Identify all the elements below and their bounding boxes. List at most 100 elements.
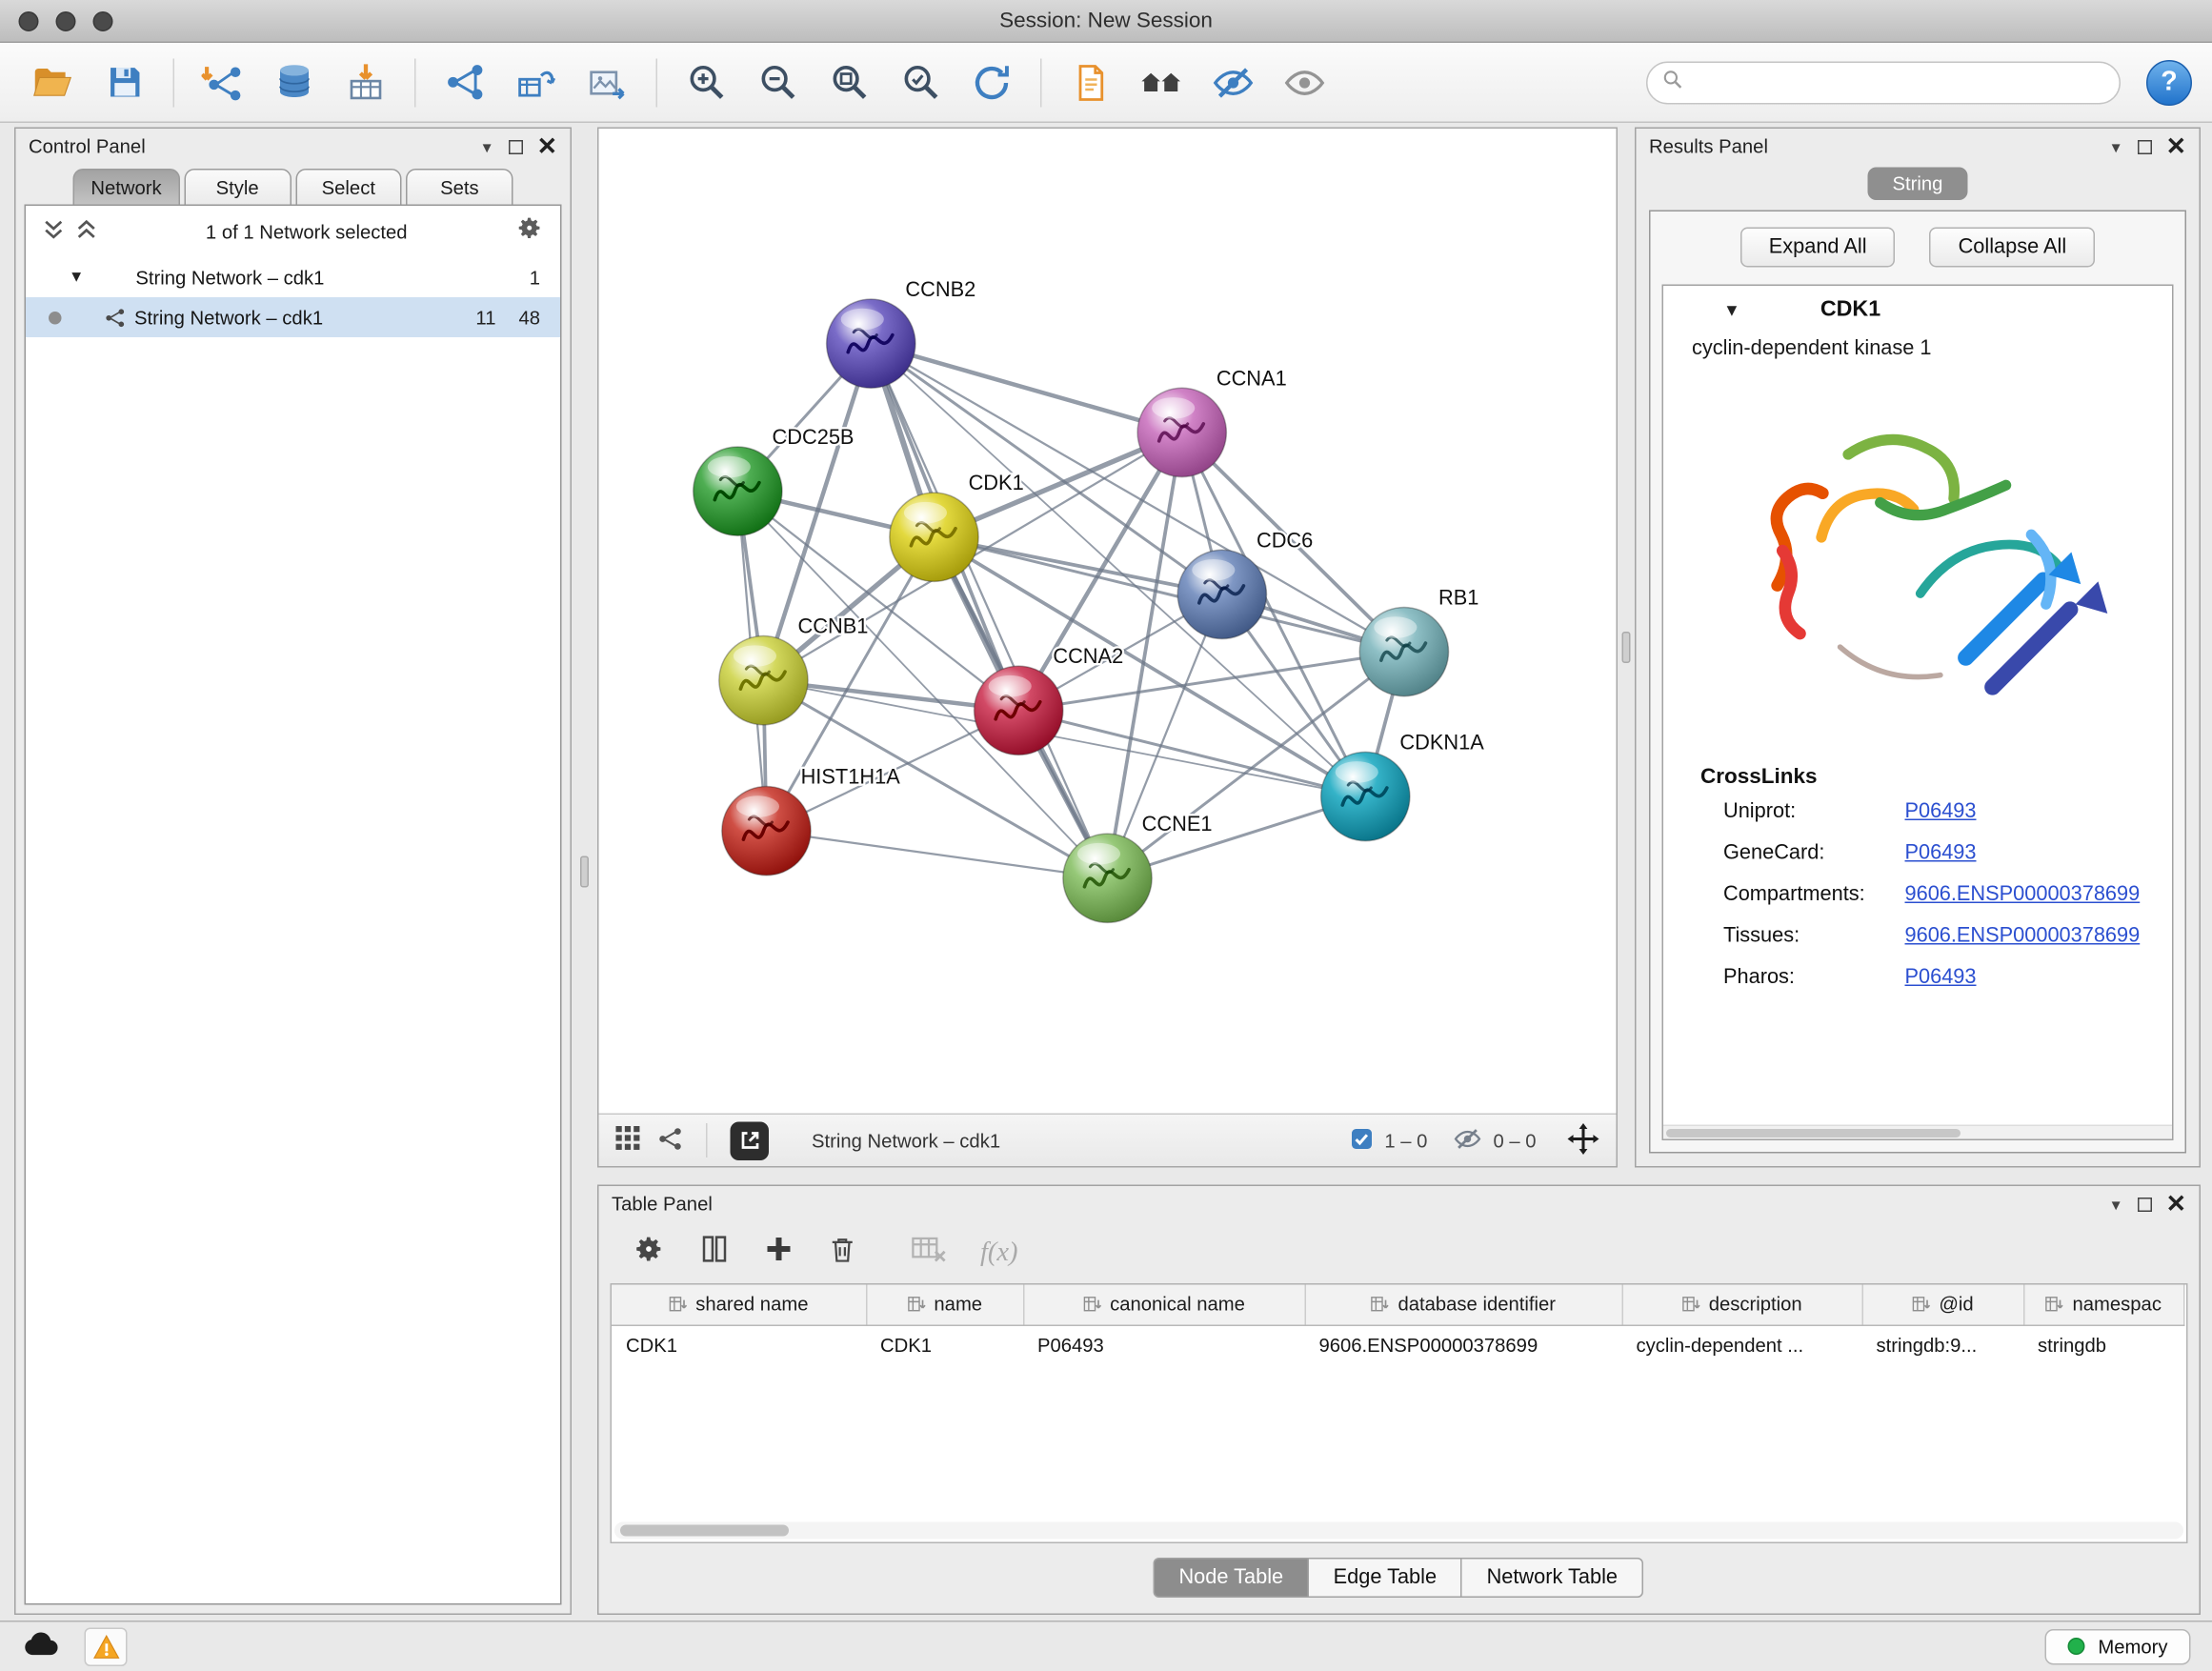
- tab-string[interactable]: String: [1868, 168, 1967, 201]
- network-node-CCNB1[interactable]: CCNB1: [719, 614, 869, 725]
- table-horizontal-scrollbar[interactable]: [614, 1522, 2183, 1540]
- fit-content-crosshair-icon[interactable]: [1568, 1122, 1599, 1158]
- column-header[interactable]: database identifier: [1305, 1285, 1622, 1325]
- node-label: CCNE1: [1142, 812, 1213, 836]
- network-birdseye-icon[interactable]: [657, 1125, 683, 1156]
- tissues-link[interactable]: 9606.ENSP00000378699: [1905, 925, 2173, 948]
- table-row[interactable]: CDK1 CDK1 P06493 9606.ENSP00000378699 cy…: [612, 1325, 2183, 1365]
- node-label: CDC6: [1257, 528, 1313, 552]
- network-collection-row[interactable]: ▼ String Network – cdk1 1: [26, 257, 560, 297]
- delete-column-trash-icon[interactable]: [828, 1234, 858, 1271]
- export-image-button[interactable]: [574, 50, 640, 113]
- save-session-button[interactable]: [91, 50, 157, 113]
- memory-status-dot: [2068, 1638, 2085, 1655]
- expand-all-button[interactable]: Expand All: [1740, 228, 1896, 268]
- float-panel-icon[interactable]: [509, 139, 523, 153]
- column-header[interactable]: shared name: [612, 1285, 866, 1325]
- network-node-CDKN1A[interactable]: CDKN1A: [1321, 730, 1485, 840]
- help-button[interactable]: ?: [2146, 59, 2192, 105]
- network-row-selected[interactable]: String Network – cdk1 11 48: [26, 297, 560, 337]
- open-in-new-window-button[interactable]: [731, 1121, 770, 1160]
- network-options-gear-icon[interactable]: [516, 214, 544, 249]
- vertical-splitter[interactable]: [572, 128, 597, 1616]
- expand-all-tree-icon[interactable]: [43, 216, 65, 247]
- collapse-section-icon[interactable]: ▼: [1723, 300, 1740, 320]
- results-horizontal-scrollbar[interactable]: [1663, 1125, 2172, 1139]
- hide-unselected-button[interactable]: [1200, 50, 1266, 113]
- add-column-icon[interactable]: [765, 1235, 794, 1271]
- close-panel-icon[interactable]: ✕: [2166, 1192, 2186, 1217]
- tab-network[interactable]: Network: [73, 169, 180, 205]
- zoom-window-button[interactable]: [93, 11, 113, 31]
- collapse-all-button[interactable]: Collapse All: [1930, 228, 2096, 268]
- minimize-window-button[interactable]: [56, 11, 76, 31]
- pharos-link[interactable]: P06493: [1905, 966, 2173, 989]
- column-header[interactable]: namespac: [2023, 1285, 2183, 1325]
- zoom-out-button[interactable]: [745, 50, 811, 113]
- warnings-button[interactable]: [85, 1627, 128, 1666]
- zoom-fit-button[interactable]: [816, 50, 882, 113]
- show-columns-icon[interactable]: [699, 1234, 731, 1273]
- show-all-button[interactable]: [1272, 50, 1337, 113]
- open-folder-icon: [31, 61, 74, 104]
- tab-node-table[interactable]: Node Table: [1153, 1558, 1309, 1598]
- close-window-button[interactable]: [19, 11, 39, 31]
- tab-sets[interactable]: Sets: [406, 169, 513, 205]
- clone-network-button[interactable]: [503, 50, 569, 113]
- network-node-CDK1[interactable]: CDK1: [890, 471, 1024, 581]
- collapse-collection-icon[interactable]: ▼: [69, 269, 84, 286]
- open-document-button[interactable]: [1057, 50, 1123, 113]
- zoom-in-button[interactable]: [674, 50, 739, 113]
- zoom-selected-button[interactable]: [888, 50, 954, 113]
- tab-edge-table[interactable]: Edge Table: [1308, 1558, 1462, 1598]
- table-options-gear-icon[interactable]: [633, 1234, 665, 1273]
- save-floppy-icon: [105, 63, 144, 102]
- protein-card-header[interactable]: ▼ CDK1: [1663, 286, 2172, 334]
- grid-view-icon[interactable]: [616, 1126, 641, 1155]
- column-header[interactable]: @id: [1862, 1285, 2024, 1325]
- selected-checkbox-icon[interactable]: [1350, 1127, 1373, 1155]
- network-canvas[interactable]: CCNB2CCNA1CDC25BCDK1CDC6RB1CCNB1CCNA2CDK…: [599, 129, 1617, 1114]
- close-panel-icon[interactable]: ✕: [537, 134, 557, 159]
- help-icon: ?: [2161, 67, 2177, 98]
- compartments-link[interactable]: 9606.ENSP00000378699: [1905, 883, 2173, 906]
- search-input[interactable]: [1694, 71, 2105, 93]
- string-home-button[interactable]: [1129, 50, 1195, 113]
- tab-select[interactable]: Select: [295, 169, 402, 205]
- network-node-HIST1H1A[interactable]: HIST1H1A: [722, 764, 900, 875]
- tab-network-table[interactable]: Network Table: [1461, 1558, 1643, 1598]
- import-network-database-button[interactable]: [262, 50, 328, 113]
- float-panel-icon[interactable]: [2138, 139, 2152, 153]
- close-panel-icon[interactable]: ✕: [2166, 134, 2186, 159]
- network-node-CCNA1[interactable]: CCNA1: [1137, 366, 1287, 476]
- hidden-eye-slash-icon[interactable]: [1453, 1124, 1481, 1158]
- column-header[interactable]: description: [1622, 1285, 1862, 1325]
- memory-button[interactable]: Memory: [2045, 1629, 2191, 1665]
- memory-label: Memory: [2098, 1636, 2167, 1658]
- panel-menu-icon[interactable]: ▾: [2112, 136, 2121, 156]
- table-panel-header: Table Panel ▾ ✕: [599, 1186, 2200, 1222]
- function-builder-label: f(x): [980, 1237, 1018, 1268]
- collapse-all-tree-icon[interactable]: [76, 216, 98, 247]
- uniprot-link[interactable]: P06493: [1905, 800, 2173, 823]
- vertical-splitter[interactable]: [1618, 128, 1635, 1168]
- cloud-status-icon[interactable]: [22, 1629, 62, 1665]
- network-node-CDC6[interactable]: CDC6: [1177, 528, 1313, 638]
- column-header[interactable]: name: [866, 1285, 1023, 1325]
- panel-menu-icon[interactable]: ▾: [483, 136, 492, 156]
- open-session-button[interactable]: [20, 50, 86, 113]
- import-network-file-button[interactable]: [191, 50, 256, 113]
- genecard-link[interactable]: P06493: [1905, 842, 2173, 865]
- network-node-RB1[interactable]: RB1: [1359, 585, 1478, 695]
- global-search-field[interactable]: [1646, 61, 2121, 104]
- toolbar-separator: [173, 58, 175, 107]
- apply-layout-button[interactable]: [959, 50, 1025, 113]
- column-header[interactable]: canonical name: [1023, 1285, 1305, 1325]
- panel-menu-icon[interactable]: ▾: [2112, 1194, 2121, 1214]
- import-table-file-button[interactable]: [333, 50, 399, 113]
- new-network-button[interactable]: [432, 50, 497, 113]
- float-panel-icon[interactable]: [2138, 1197, 2152, 1211]
- zoom-in-icon: [685, 62, 727, 104]
- network-node-CCNB2[interactable]: CCNB2: [827, 277, 976, 388]
- tab-style[interactable]: Style: [184, 169, 291, 205]
